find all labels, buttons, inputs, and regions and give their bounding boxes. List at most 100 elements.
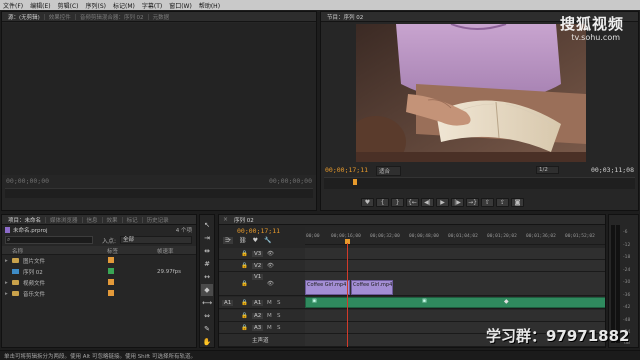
program-fit-dropdown[interactable]: 适合	[376, 166, 402, 176]
razor-tool-icon[interactable]: ◆	[201, 284, 213, 296]
master-track-label[interactable]: 主声道	[252, 336, 269, 344]
snap-icon[interactable]: ⋺	[223, 237, 233, 244]
program-viewer[interactable]	[356, 24, 586, 162]
tab-audio-mixer[interactable]: 音频剪辑混合器：序列 02	[76, 13, 148, 21]
add-marker-icon[interactable]: ♥	[253, 237, 258, 244]
expand-arrow-icon[interactable]: ▸	[5, 291, 8, 297]
expand-arrow-icon[interactable]: ▸	[5, 280, 8, 286]
timeline-ruler[interactable]: 00;00 00;00;16;00 00;00;32;00 00;00;48;0…	[305, 227, 605, 245]
rate-stretch-icon[interactable]: ↔	[201, 271, 213, 283]
marker-icon[interactable]: ♥	[361, 198, 374, 207]
track-label[interactable]: V3	[252, 250, 264, 257]
tab-info[interactable]: 信息	[83, 216, 102, 224]
tab-program[interactable]: 节目：序列 02	[323, 13, 367, 21]
tab-markers[interactable]: 标记	[123, 216, 142, 224]
solo-button[interactable]: S	[277, 300, 281, 306]
video-clip[interactable]: Coffee Girl.mp4	[305, 280, 350, 295]
tab-effect-controls[interactable]: 效果控件	[45, 13, 75, 21]
col-label-header[interactable]: 标签	[107, 247, 118, 255]
expand-arrow-icon[interactable]: ▸	[5, 258, 8, 264]
track-label[interactable]: V1	[252, 274, 264, 280]
label-color-swatch[interactable]	[108, 279, 114, 285]
source-timecode-left[interactable]: 00;00;00;00	[6, 177, 49, 185]
track-lane-a2[interactable]	[305, 310, 605, 322]
play-icon[interactable]: ▶	[436, 198, 449, 207]
source-timecode-right[interactable]: 00;00;00;00	[269, 177, 312, 185]
tab-project[interactable]: 项目：未命名	[4, 216, 45, 224]
program-resolution-dropdown[interactable]: 1/2	[536, 166, 559, 174]
tab-media-browser[interactable]: 媒体浏览器	[46, 216, 82, 224]
timeline-timecode[interactable]: 00;00;17;11	[237, 227, 280, 235]
program-timecode-current[interactable]: 00;00;17;11	[325, 166, 368, 174]
lock-icon[interactable]: 🔒	[241, 251, 248, 257]
tab-metadata[interactable]: 元数据	[149, 13, 174, 21]
mute-button[interactable]: M	[267, 300, 272, 306]
mark-out-icon[interactable]: }	[391, 198, 404, 207]
lock-icon[interactable]: 🔒	[241, 300, 248, 306]
menu-help[interactable]: 帮助(H)	[199, 1, 220, 10]
eye-icon[interactable]: 👁	[267, 281, 274, 287]
lock-icon[interactable]: 🔒	[241, 281, 248, 287]
label-color-swatch[interactable]	[108, 257, 114, 263]
slip-tool-icon[interactable]: ⟷	[201, 297, 213, 309]
video-clip[interactable]: Coffee Girl.mp4	[351, 280, 393, 295]
list-item[interactable]: 序列 02 29.97fps	[2, 266, 196, 277]
step-forward-icon[interactable]: |▶	[451, 198, 464, 207]
col-fps-header[interactable]: 帧速率	[157, 247, 174, 255]
pen-tool-icon[interactable]: ✎	[201, 323, 213, 335]
linked-selection-icon[interactable]: ⛓	[239, 237, 247, 244]
track-label[interactable]: A3	[252, 324, 264, 331]
menu-clip[interactable]: 剪辑(C)	[58, 1, 79, 10]
menu-marker[interactable]: 标记(M)	[113, 1, 135, 10]
go-to-in-icon[interactable]: {←	[406, 198, 419, 207]
track-select-icon[interactable]: ⇥	[201, 232, 213, 244]
lock-icon[interactable]: 🔒	[241, 325, 248, 331]
track-lane-a1[interactable]: ▣ ▣ ◆	[305, 297, 605, 309]
step-back-icon[interactable]: ◀|	[421, 198, 434, 207]
program-playhead-marker[interactable]	[353, 179, 357, 185]
tab-history[interactable]: 历史记录	[143, 216, 173, 224]
export-frame-icon[interactable]: ◙	[511, 198, 524, 207]
tab-sequence[interactable]: 序列 02	[230, 216, 258, 224]
eye-icon[interactable]: 👁	[267, 251, 274, 257]
source-viewer[interactable]	[2, 23, 316, 175]
tab-effects[interactable]: 效果	[103, 216, 122, 224]
list-item[interactable]: ▸ 图片文件	[2, 255, 196, 266]
label-color-swatch[interactable]	[108, 290, 114, 296]
menu-file[interactable]: 文件(F)	[3, 1, 23, 10]
mark-in-icon[interactable]: {	[376, 198, 389, 207]
solo-button[interactable]: S	[277, 313, 281, 319]
track-label[interactable]: A2	[252, 312, 264, 319]
project-search-input[interactable]: ⌕	[5, 236, 93, 244]
slide-tool-icon[interactable]: ⇔	[201, 310, 213, 322]
track-label[interactable]: A1	[252, 299, 264, 306]
menu-sequence[interactable]: 序列(S)	[86, 1, 107, 10]
source-patch-a1[interactable]: A1	[222, 299, 234, 306]
track-lane-v1[interactable]: Coffee Girl.mp4 Coffee Girl.mp4	[305, 272, 605, 296]
menu-title[interactable]: 字幕(T)	[142, 1, 162, 10]
track-lane-v3[interactable]	[305, 248, 605, 260]
solo-button[interactable]: S	[277, 325, 281, 331]
timeline-settings-icon[interactable]: 🔧	[264, 237, 271, 244]
hand-tool-icon[interactable]: ✋	[201, 336, 213, 347]
col-name-header[interactable]: 名称	[12, 247, 23, 255]
playhead-line[interactable]	[347, 243, 348, 347]
source-scrub-bar[interactable]	[5, 188, 313, 198]
lift-icon[interactable]: ⇧	[481, 198, 494, 207]
go-to-out-icon[interactable]: →}	[466, 198, 479, 207]
close-icon[interactable]: ×	[221, 216, 230, 223]
eye-icon[interactable]: 👁	[267, 263, 274, 269]
audio-clip[interactable]: ▣ ▣ ◆	[305, 297, 605, 308]
selection-tool-icon[interactable]: ↖	[201, 219, 213, 231]
in-point-dropdown[interactable]: 全部	[120, 236, 192, 244]
tab-source[interactable]: 源：(无剪辑)	[4, 13, 44, 21]
menu-window[interactable]: 窗口(W)	[169, 1, 192, 10]
mute-button[interactable]: M	[267, 313, 272, 319]
lock-icon[interactable]: 🔒	[241, 313, 248, 319]
track-lane-v2[interactable]	[305, 260, 605, 272]
list-item[interactable]: ▸ 音乐文件	[2, 288, 196, 299]
list-item[interactable]: ▸ 视频文件	[2, 277, 196, 288]
lock-icon[interactable]: 🔒	[241, 263, 248, 269]
label-color-swatch[interactable]	[108, 268, 114, 274]
ripple-edit-icon[interactable]: ⇹	[201, 245, 213, 257]
